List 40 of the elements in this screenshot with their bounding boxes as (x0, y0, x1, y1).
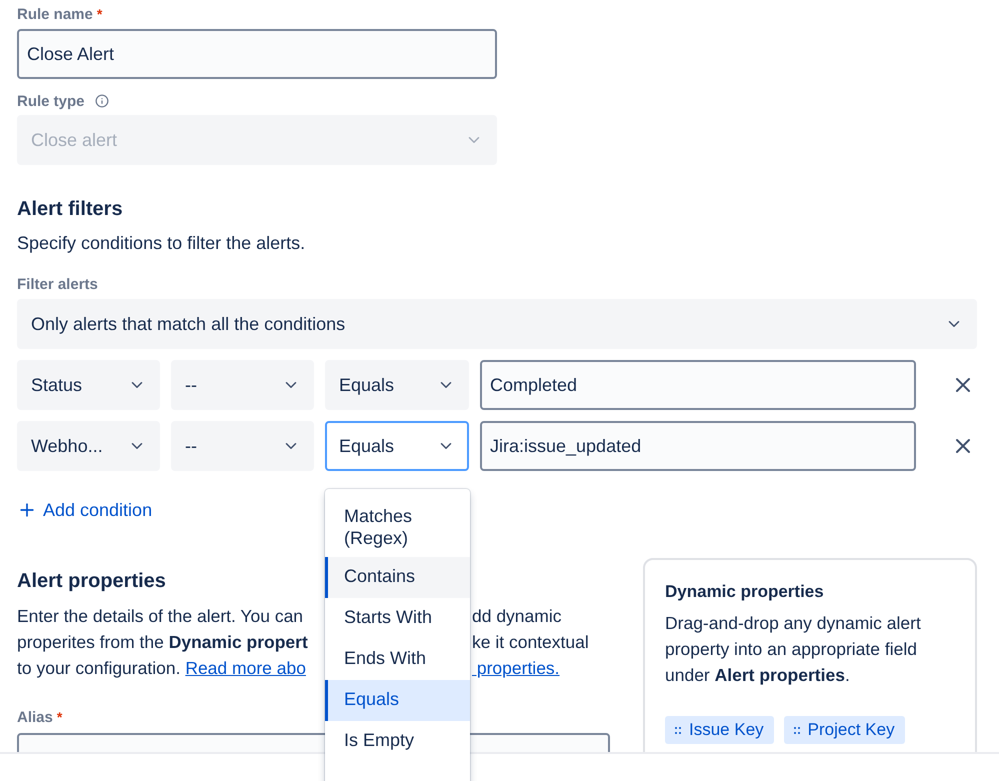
filter-select[interactable]: Only alerts that match all the conditions (17, 299, 977, 349)
description-text: properites from the Dynamic propert (17, 632, 308, 652)
description-text: ke it contextual (472, 632, 589, 652)
read-more-link[interactable]: properties. (472, 658, 560, 678)
card-text: Drag-and-drop any dynamic alert property into an appropriate field under Alert properties. (665, 612, 922, 687)
menu-item[interactable]: Ends With (325, 639, 470, 680)
required-mark: * (56, 709, 62, 725)
rule-name-input[interactable]: Close Alert (17, 29, 497, 79)
menu-item[interactable]: Contains (325, 557, 470, 598)
property-chip[interactable]: Project Key (784, 716, 905, 744)
card-title: Dynamic properties (665, 582, 825, 602)
field-select[interactable]: Webho... (17, 421, 160, 471)
operator-select[interactable]: -- (171, 360, 314, 410)
menu-item[interactable]: Equals (325, 680, 470, 721)
read-more-link[interactable]: Read more abo (185, 658, 306, 678)
comparison-select[interactable]: Equals (325, 360, 469, 410)
field-label: Rule name (17, 6, 93, 22)
section-heading: Alert filters (17, 198, 124, 221)
section-heading: Alert properties (17, 570, 166, 593)
field-label: Filter alerts (17, 276, 98, 292)
description-text: to your configuration. (17, 658, 180, 678)
grip-icon (675, 726, 681, 734)
menu-item[interactable]: Matches (Regex) (325, 497, 470, 557)
add-condition-button[interactable]: Add condition (17, 498, 152, 522)
info-icon[interactable] (94, 94, 109, 108)
field-select[interactable]: Status (17, 360, 160, 410)
description-text: dd dynamic (472, 606, 562, 626)
menu-item[interactable]: Is Empty (325, 721, 470, 762)
value-input[interactable]: Completed (480, 360, 916, 410)
description-text: Enter the details of the alert. You can (17, 606, 304, 626)
comparison-select[interactable]: Equals (325, 421, 469, 471)
value-input[interactable]: Jira:issue_updated (480, 421, 916, 471)
operator-select[interactable]: -- (171, 421, 314, 471)
required-mark: * (96, 6, 102, 22)
section-description: Specify conditions to filter the alerts. (17, 233, 306, 254)
grip-icon (794, 726, 800, 734)
field-label: Rule type (17, 92, 85, 110)
property-chip[interactable]: Issue Key (665, 716, 774, 744)
field-label: Alias (17, 708, 53, 726)
menu-item[interactable]: Starts With (325, 598, 470, 639)
